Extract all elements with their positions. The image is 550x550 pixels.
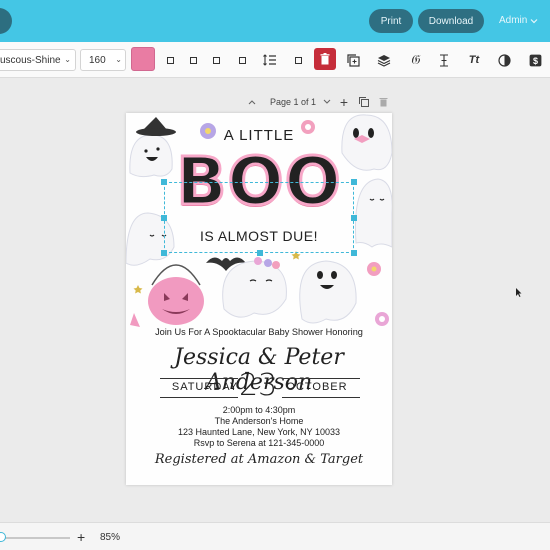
resize-handle[interactable] xyxy=(161,179,167,185)
line-height-icon[interactable] xyxy=(260,50,280,70)
event-month[interactable]: OCTOBER xyxy=(282,381,352,393)
layers-icon[interactable] xyxy=(374,50,394,70)
delete-page-icon[interactable] xyxy=(377,95,389,109)
duplicate-icon[interactable] xyxy=(343,50,363,70)
resize-handle[interactable] xyxy=(351,179,357,185)
chevron-down-icon: ⌄ xyxy=(115,55,122,64)
font-family-select[interactable]: uscous-Shine ⌄ xyxy=(0,49,76,71)
event-date[interactable]: 23 xyxy=(239,368,277,403)
resize-handle[interactable] xyxy=(257,250,263,256)
divider xyxy=(160,397,238,398)
trash-icon xyxy=(320,53,330,65)
align-left-icon[interactable] xyxy=(160,50,180,70)
font-family-value: uscous-Shine xyxy=(0,54,61,66)
honoring-text[interactable]: Join Us For A Spooktacular Baby Shower H… xyxy=(126,327,392,337)
resize-handle[interactable] xyxy=(351,250,357,256)
delete-button[interactable] xyxy=(314,48,336,70)
rsvp-text[interactable]: Rsvp to Serena at 121-345-0000 xyxy=(126,438,392,448)
chevron-down-icon[interactable] xyxy=(322,95,332,109)
chevron-down-icon: ⌄ xyxy=(64,55,71,64)
formatting-toolbar: uscous-Shine ⌄ 160 ⌄ 𝔊 Tt $ xyxy=(0,42,550,78)
divider xyxy=(160,378,238,379)
title-line-1[interactable]: A LITTLE xyxy=(126,127,392,144)
event-day[interactable]: SATURDAY xyxy=(170,381,240,393)
add-page-icon[interactable]: + xyxy=(338,94,350,110)
chevron-up-icon[interactable] xyxy=(246,95,258,109)
align-right-icon[interactable] xyxy=(206,50,226,70)
print-button[interactable]: Print xyxy=(369,9,413,33)
invitation-card[interactable]: A LITTLE BOO IS ALMOST DUE! Join Us For … xyxy=(126,113,392,485)
opacity-icon[interactable] xyxy=(494,50,514,70)
zoom-in-icon[interactable]: + xyxy=(77,529,85,545)
selection-box[interactable] xyxy=(161,179,357,256)
registry-text[interactable]: Registered at Amazon & Target xyxy=(126,452,392,467)
copy-page-icon[interactable] xyxy=(358,95,370,109)
download-button[interactable]: Download xyxy=(418,9,484,33)
admin-label: Admin xyxy=(499,15,528,26)
text-cursor-icon[interactable] xyxy=(434,50,454,70)
chevron-down-icon xyxy=(530,18,538,23)
zoom-level: 85% xyxy=(100,532,121,543)
resize-handle[interactable] xyxy=(161,250,167,256)
svg-text:$: $ xyxy=(532,56,537,66)
top-bar: Print Download Admin xyxy=(0,0,550,42)
dollar-icon[interactable]: $ xyxy=(525,50,545,70)
font-style-icon[interactable]: 𝔊 xyxy=(405,50,425,70)
event-venue[interactable]: The Anderson's Home xyxy=(126,416,392,426)
event-address[interactable]: 123 Haunted Lane, New York, NY 10033 xyxy=(126,427,392,437)
letter-spacing-icon[interactable] xyxy=(288,50,308,70)
resize-handle[interactable] xyxy=(351,215,357,221)
resize-handle[interactable] xyxy=(161,215,167,221)
text-transform-icon[interactable]: Tt xyxy=(464,50,484,70)
menu-button[interactable] xyxy=(0,8,12,34)
text-color-swatch[interactable] xyxy=(131,47,155,71)
mouse-cursor-icon xyxy=(516,288,522,297)
event-time[interactable]: 2:00pm to 4:30pm xyxy=(126,405,392,415)
page-indicator: Page 1 of 1 xyxy=(269,97,317,107)
admin-menu[interactable]: Admin xyxy=(499,15,538,26)
font-size-value: 160 xyxy=(89,54,106,66)
status-bar: + 85% xyxy=(0,522,550,550)
align-center-icon[interactable] xyxy=(183,50,203,70)
zoom-slider-handle[interactable] xyxy=(0,532,6,542)
font-size-select[interactable]: 160 ⌄ xyxy=(80,49,126,71)
date-row: SATURDAY 23 OCTOBER xyxy=(160,368,360,403)
zoom-slider[interactable] xyxy=(0,537,70,539)
align-justify-icon[interactable] xyxy=(232,50,252,70)
divider xyxy=(282,397,360,398)
divider xyxy=(282,378,360,379)
